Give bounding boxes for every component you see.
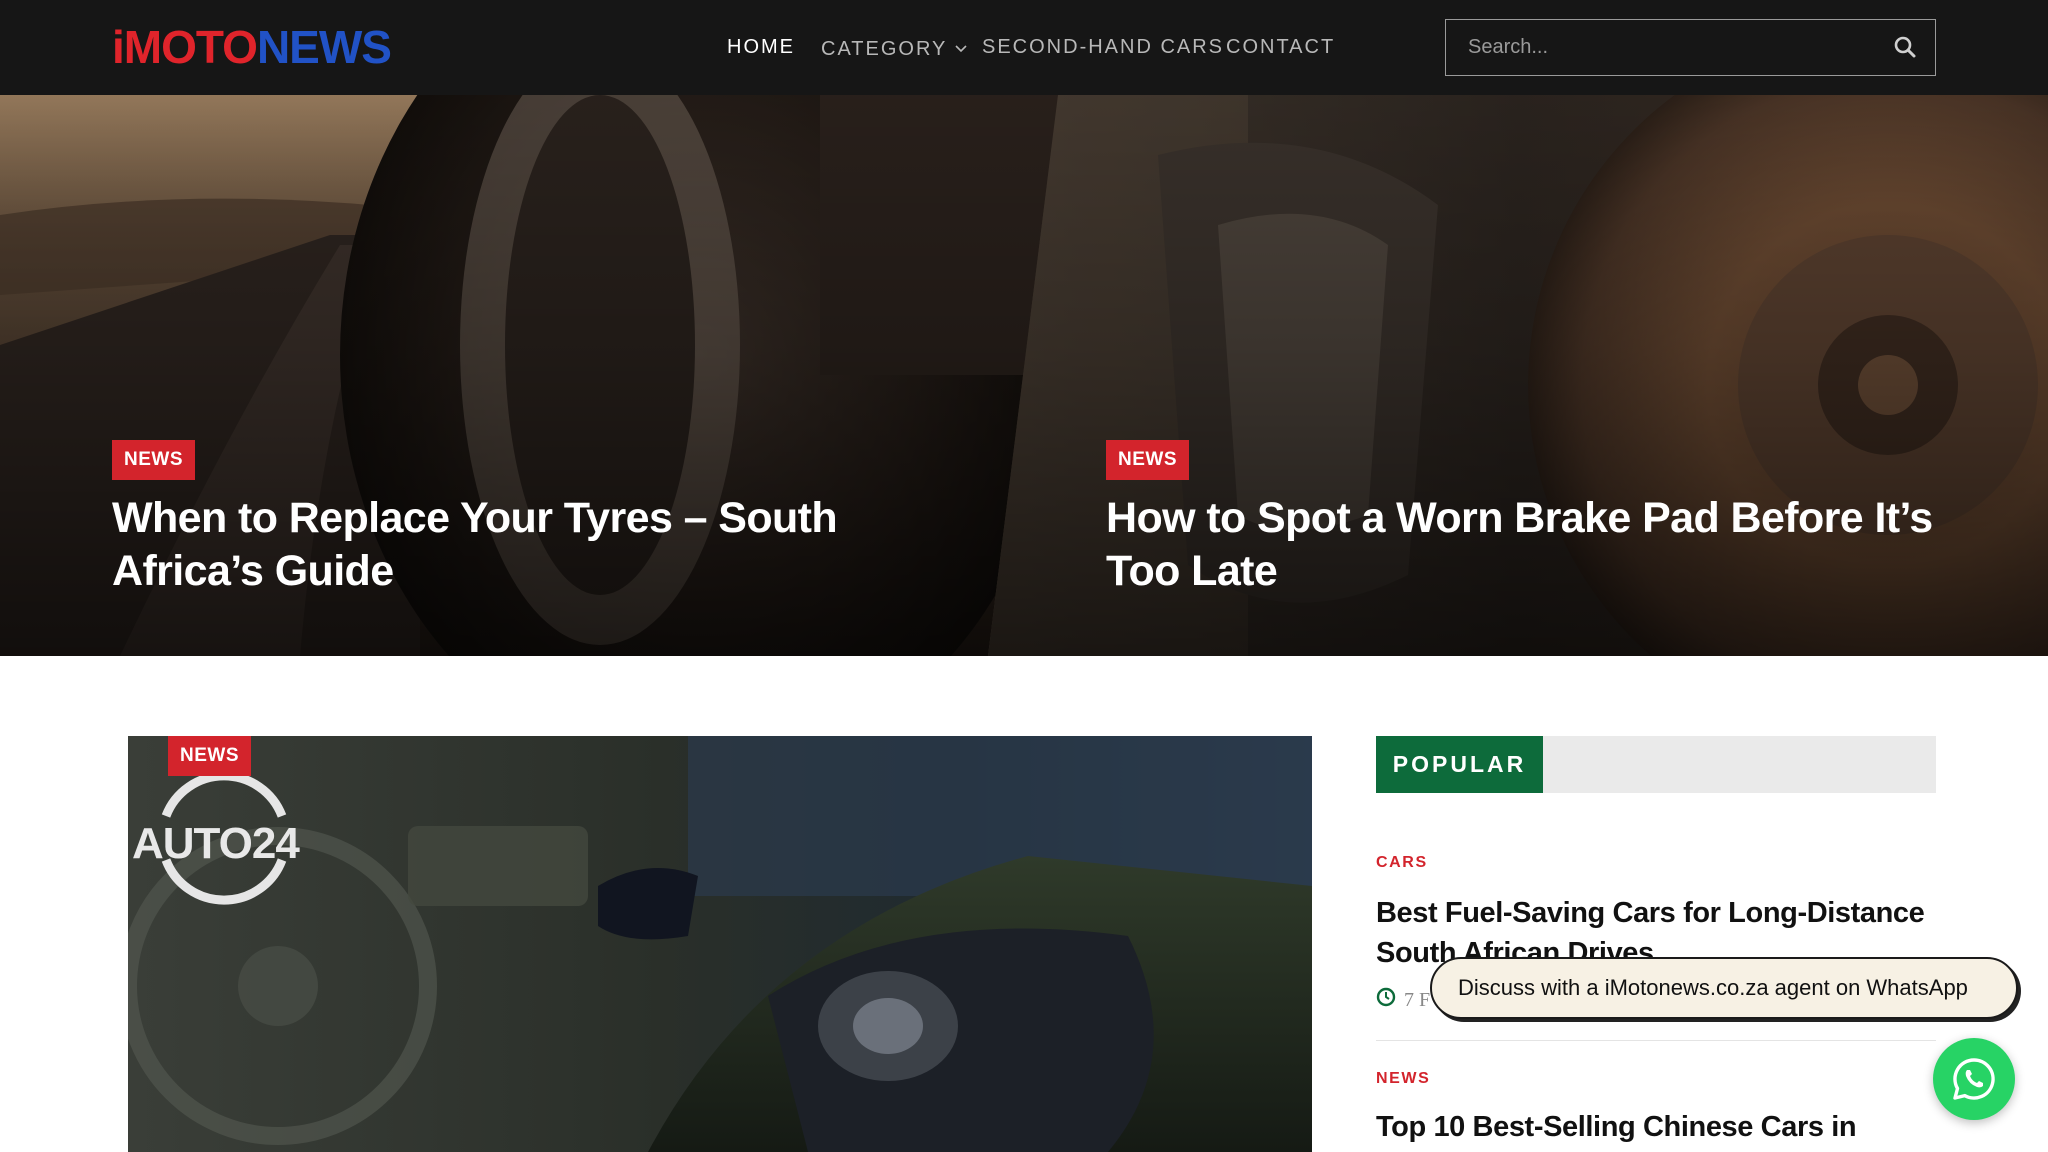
main-article-badge-news[interactable]: NEWS [168, 736, 251, 776]
whatsapp-bubble-text: Discuss with a iMotonews.co.za agent on … [1458, 975, 1968, 1000]
hero-badge-news[interactable]: NEWS [112, 440, 195, 480]
sidebar-item-date: 7 F [1404, 989, 1431, 1011]
logo-part-news: NEWS [256, 21, 392, 73]
hero-title-brakes[interactable]: How to Spot a Worn Brake Pad Before It’s… [1106, 492, 1966, 598]
search-icon[interactable] [1893, 35, 1917, 59]
main-article-image[interactable]: AUTO24 [128, 736, 1312, 1152]
sidebar-category-cars[interactable]: CARS [1376, 854, 1428, 872]
nav-home[interactable]: HOME [727, 33, 795, 61]
whatsapp-chat-bubble[interactable]: Discuss with a iMotonews.co.za agent on … [1430, 957, 2018, 1019]
clock-icon [1376, 987, 1396, 1013]
site-header: iMOTONEWS HOME CATEGORY SECOND-HAND CARS… [0, 0, 2048, 95]
sidebar-item-title[interactable]: Top 10 Best-Selling Chinese Cars in Sout… [1376, 1107, 1936, 1152]
popular-tab[interactable]: POPULAR [1376, 736, 1543, 793]
nav-category[interactable]: CATEGORY [821, 33, 967, 61]
hero-badge-news[interactable]: NEWS [1106, 440, 1189, 480]
auto24-watermark: AUTO24 [128, 756, 318, 916]
search-box [1445, 19, 1936, 76]
sidebar-category-news[interactable]: NEWS [1376, 1070, 1430, 1088]
nav-second-hand-cars[interactable]: SECOND-HAND CARS [982, 33, 1224, 61]
hero-title-tyres[interactable]: When to Replace Your Tyres – South Afric… [112, 492, 872, 598]
logo-part-imoto: iMOTO [112, 21, 258, 73]
chevron-down-icon [955, 33, 967, 61]
nav-category-label: CATEGORY [821, 38, 948, 60]
auto24-text: AUTO24 [132, 819, 300, 868]
sidebar-divider [1376, 1040, 1936, 1041]
popular-widget-header: POPULAR [1376, 736, 1936, 793]
nav-contact[interactable]: CONTACT [1226, 33, 1335, 61]
site-logo[interactable]: iMOTONEWS [112, 21, 392, 73]
sidebar-item-meta: 7 F [1376, 987, 1431, 1013]
hero-section: NEWS When to Replace Your Tyres – South … [0, 95, 2048, 656]
search-input[interactable] [1446, 20, 1866, 74]
whatsapp-button[interactable] [1933, 1038, 2015, 1120]
